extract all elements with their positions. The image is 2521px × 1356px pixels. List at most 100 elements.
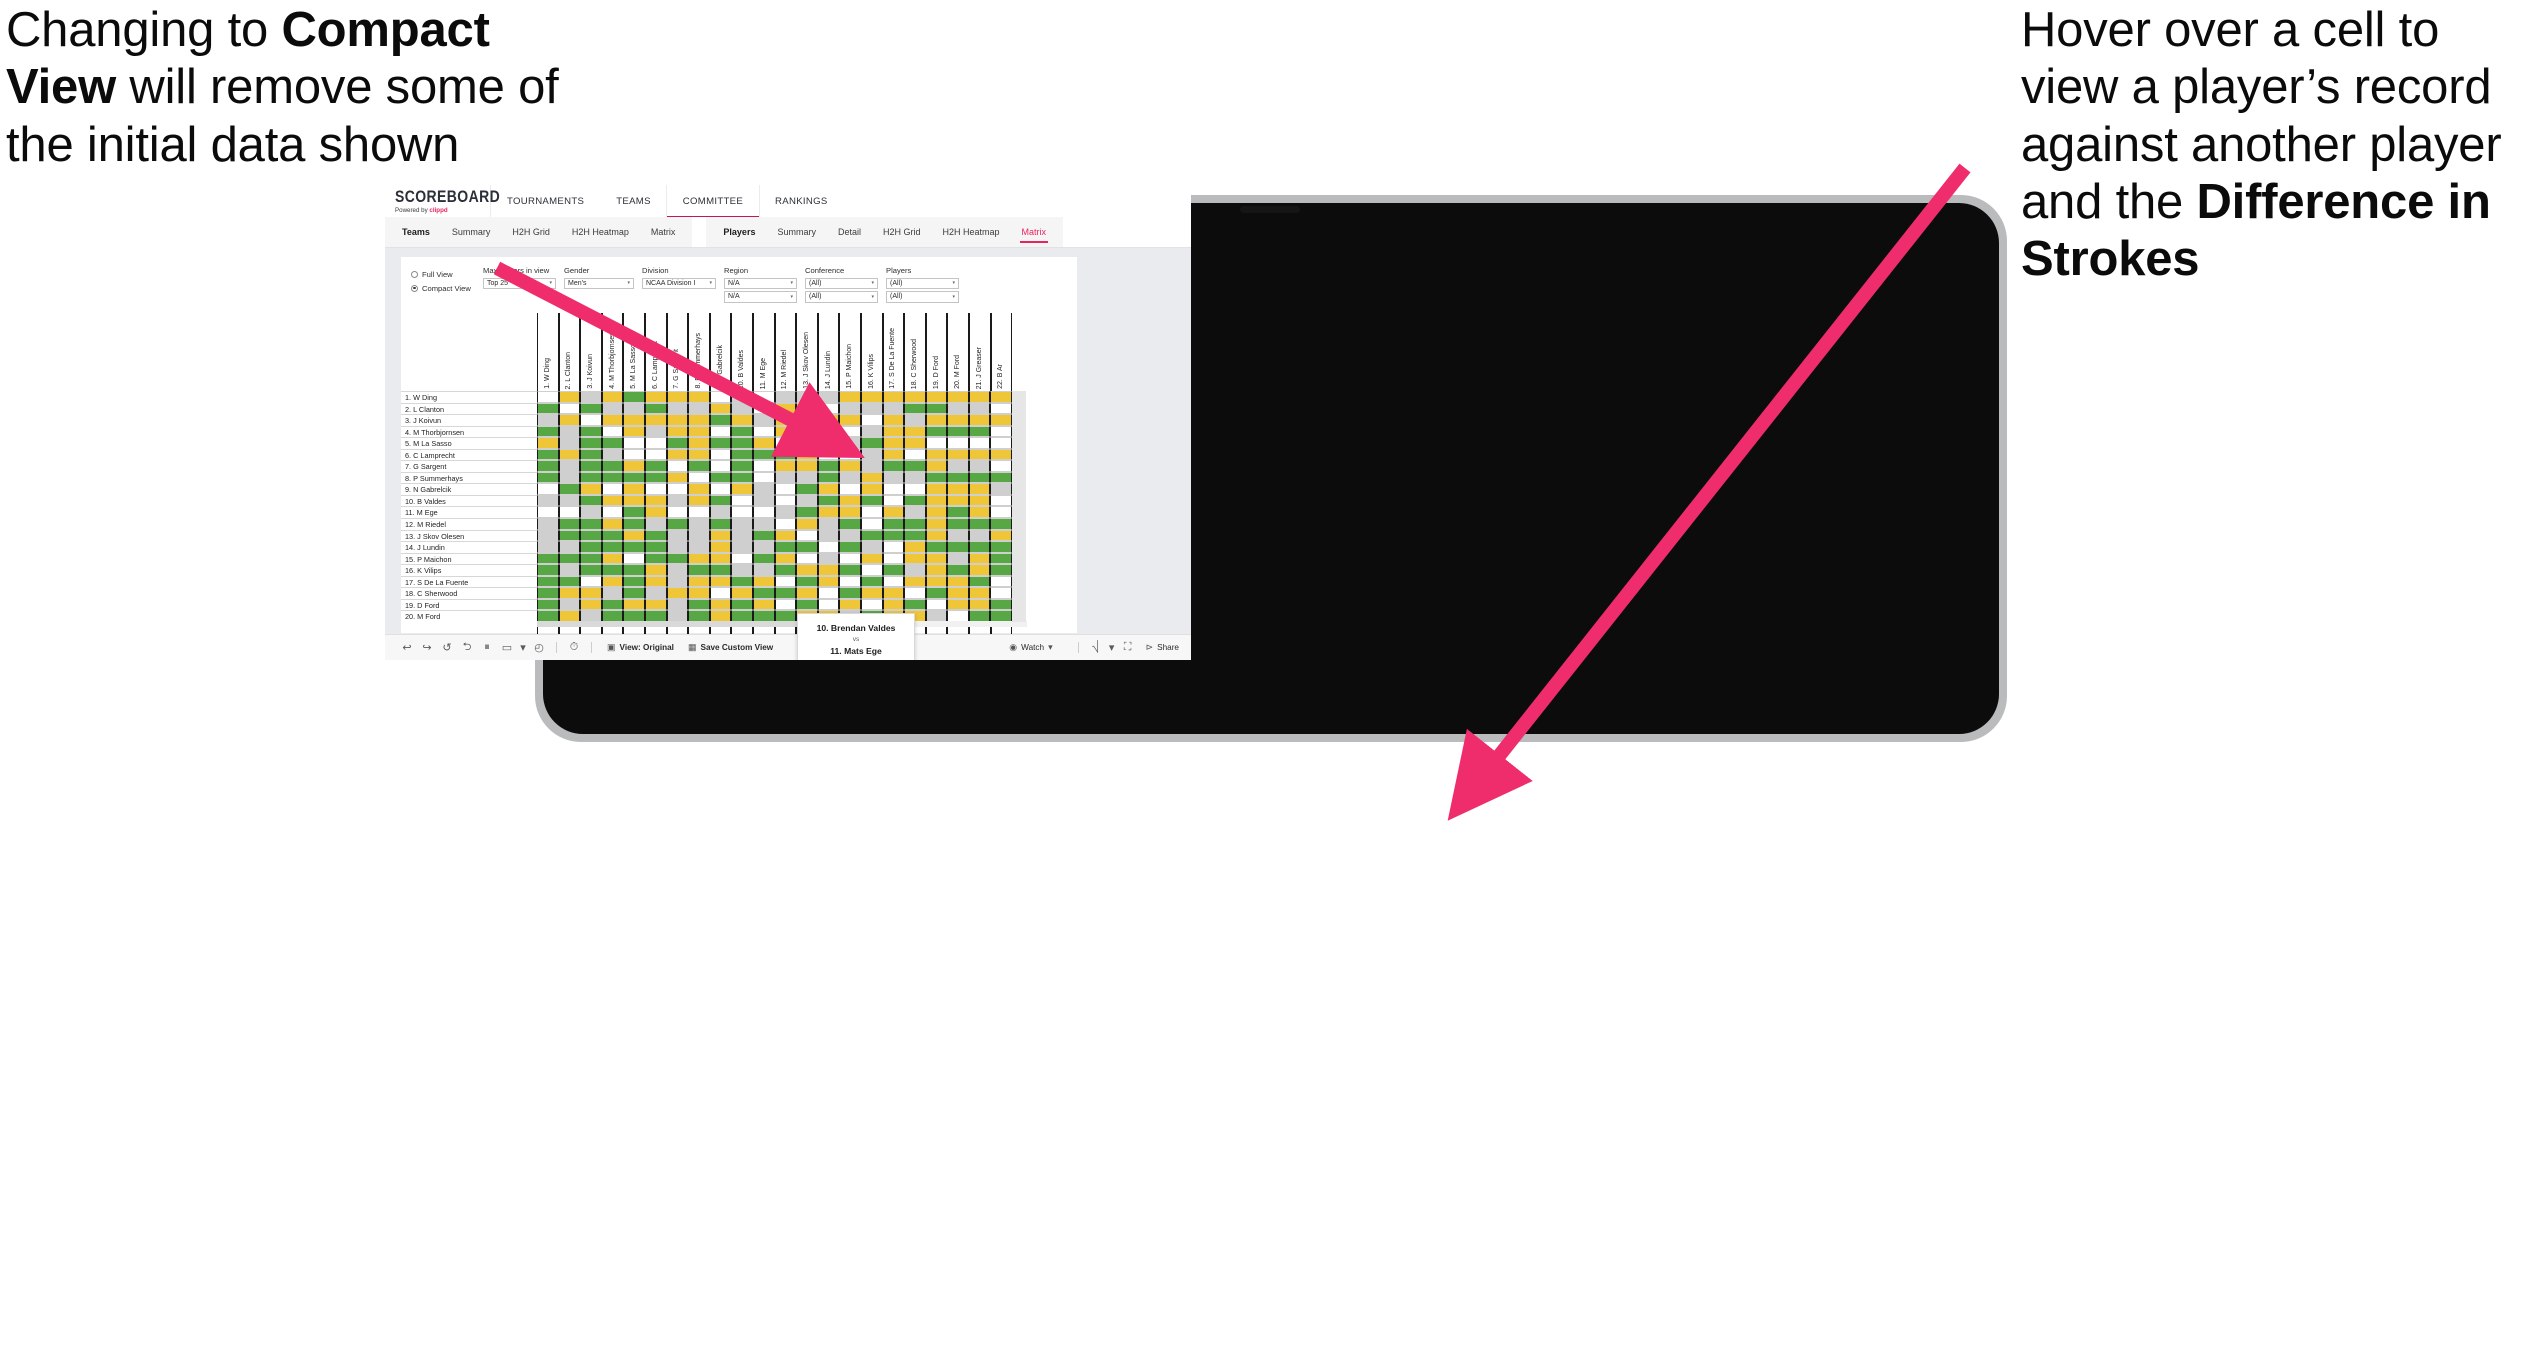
matrix-cell[interactable] <box>709 402 732 415</box>
matrix-cell[interactable] <box>731 483 753 495</box>
matrix-cell[interactable] <box>623 552 645 565</box>
matrix-cell[interactable] <box>817 587 840 599</box>
matrix-cell[interactable] <box>904 598 926 611</box>
matrix-cell[interactable] <box>623 425 645 438</box>
matrix-cell[interactable] <box>731 598 753 611</box>
matrix-cell[interactable] <box>904 460 926 472</box>
matrix-cell[interactable] <box>601 598 624 611</box>
matrix-cell[interactable] <box>731 564 753 576</box>
matrix-cell[interactable] <box>904 402 926 415</box>
matrix-cell[interactable] <box>990 448 1013 461</box>
matrix-cell[interactable] <box>623 391 645 403</box>
matrix-cell[interactable] <box>968 471 991 484</box>
radio-full-view[interactable]: Full View <box>411 268 483 280</box>
matrix-cell[interactable] <box>601 494 624 507</box>
matrix-cell[interactable] <box>644 414 667 426</box>
matrix-cell[interactable] <box>796 460 818 472</box>
subnav-players-matrix[interactable]: Matrix <box>1011 217 1058 247</box>
matrix-cell[interactable] <box>774 575 797 588</box>
matrix-cell[interactable] <box>558 564 581 576</box>
matrix-cell[interactable] <box>580 598 602 611</box>
matrix-cell[interactable] <box>990 425 1013 438</box>
matrix-cell[interactable] <box>947 448 969 461</box>
matrix-cell[interactable] <box>752 552 775 565</box>
matrix-cell[interactable] <box>537 391 559 403</box>
matrix-cell[interactable] <box>666 575 689 588</box>
matrix-cell[interactable] <box>688 402 710 415</box>
matrix-cell[interactable] <box>666 402 689 415</box>
matrix-cell[interactable] <box>882 460 905 472</box>
subnav-teams-h2h-grid[interactable]: H2H Grid <box>501 217 561 247</box>
radio-full-view-circle[interactable] <box>411 270 418 278</box>
matrix-cell[interactable] <box>580 506 602 519</box>
clock-icon[interactable]: ◴ <box>529 641 549 654</box>
matrix-cell[interactable] <box>968 402 991 415</box>
matrix-cell[interactable] <box>580 575 602 588</box>
matrix-cell[interactable] <box>688 437 710 449</box>
matrix-cell[interactable] <box>666 448 689 461</box>
matrix-cell[interactable] <box>623 471 645 484</box>
matrix-cell[interactable] <box>709 598 732 611</box>
matrix-cell[interactable] <box>904 391 926 403</box>
matrix-cell[interactable] <box>817 598 840 611</box>
rect-select-icon[interactable]: ▭ <box>497 641 517 654</box>
matrix-cell[interactable] <box>623 448 645 461</box>
matrix-cell[interactable] <box>817 471 840 484</box>
matrix-cell[interactable] <box>688 598 710 611</box>
matrix-cell[interactable] <box>817 518 840 530</box>
matrix-cell[interactable] <box>990 541 1013 553</box>
matrix-cell[interactable] <box>860 471 883 484</box>
matrix-cell[interactable] <box>580 494 602 507</box>
matrix-cell[interactable] <box>925 448 948 461</box>
matrix-cell[interactable] <box>601 448 624 461</box>
matrix-cell[interactable] <box>731 575 753 588</box>
matrix-cell[interactable] <box>882 425 905 438</box>
matrix-cell[interactable] <box>796 483 818 495</box>
matrix-cell[interactable] <box>558 402 581 415</box>
matrix-cell[interactable] <box>644 541 667 553</box>
matrix-cell[interactable] <box>623 575 645 588</box>
matrix-cell[interactable] <box>580 483 602 495</box>
matrix-cell[interactable] <box>947 471 969 484</box>
matrix-cell[interactable] <box>580 437 602 449</box>
matrix-cell[interactable] <box>925 437 948 449</box>
matrix-cell[interactable] <box>688 471 710 484</box>
matrix-cell[interactable] <box>752 506 775 519</box>
matrix-cell[interactable] <box>644 402 667 415</box>
matrix-cell[interactable] <box>925 587 948 599</box>
matrix-cell[interactable] <box>839 506 861 519</box>
matrix-cell[interactable] <box>688 587 710 599</box>
matrix-cell[interactable] <box>731 552 753 565</box>
matrix-cell[interactable] <box>990 437 1013 449</box>
matrix-cell[interactable] <box>709 425 732 438</box>
matrix-cell[interactable] <box>925 414 948 426</box>
matrix-cell[interactable] <box>925 575 948 588</box>
matrix-cell[interactable] <box>752 541 775 553</box>
matrix-cell[interactable] <box>947 483 969 495</box>
matrix-cell[interactable] <box>796 541 818 553</box>
matrix-cell[interactable] <box>947 529 969 542</box>
matrix-cell[interactable] <box>558 425 581 438</box>
matrix-cell[interactable] <box>860 598 883 611</box>
matrix-cell[interactable] <box>904 587 926 599</box>
matrix-cell[interactable] <box>860 448 883 461</box>
matrix-cell[interactable] <box>947 587 969 599</box>
matrix-cell[interactable] <box>537 506 559 519</box>
matrix-cell[interactable] <box>537 483 559 495</box>
filter-select-conference[interactable]: (All) ▾ <box>805 291 878 303</box>
matrix-cell[interactable] <box>558 506 581 519</box>
matrix-cell[interactable] <box>537 437 559 449</box>
filter-select-conference[interactable]: (All) ▾ <box>805 277 878 289</box>
matrix-cell[interactable] <box>882 414 905 426</box>
matrix-cell[interactable] <box>644 425 667 438</box>
matrix-cell[interactable] <box>752 483 775 495</box>
matrix-cell[interactable] <box>558 587 581 599</box>
matrix-cell[interactable] <box>882 518 905 530</box>
matrix-cell[interactable] <box>817 575 840 588</box>
matrix-cell[interactable] <box>644 437 667 449</box>
matrix-cell[interactable] <box>817 460 840 472</box>
matrix-cell[interactable] <box>601 587 624 599</box>
matrix-cell[interactable] <box>752 598 775 611</box>
matrix-cell[interactable] <box>774 494 797 507</box>
matrix-cell[interactable] <box>752 448 775 461</box>
